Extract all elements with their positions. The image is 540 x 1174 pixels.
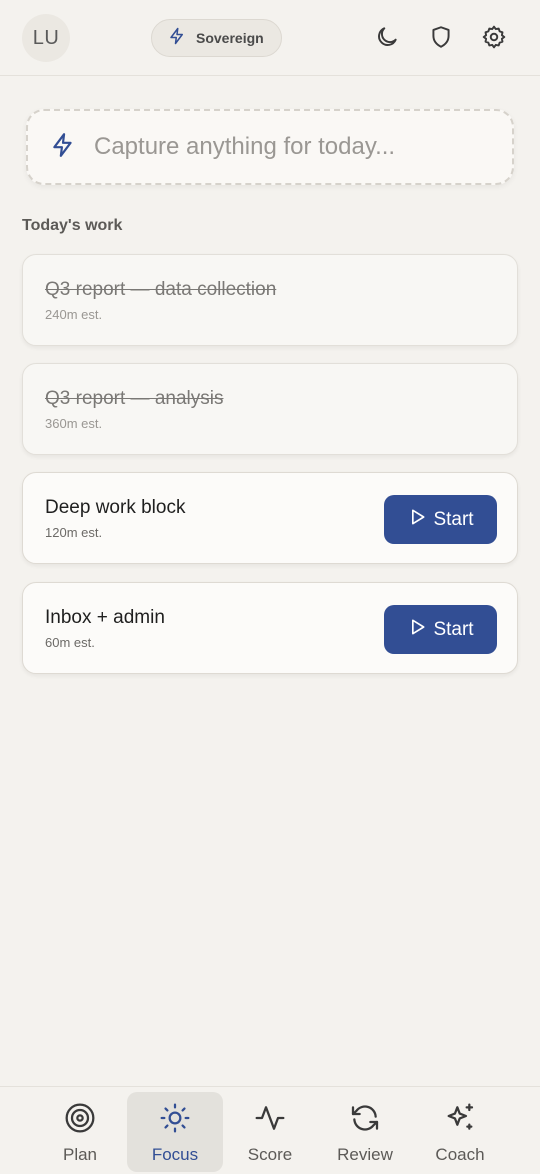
mode-label: Sovereign: [196, 30, 264, 46]
task-card[interactable]: Q3 report — data collection 240m est.: [22, 254, 518, 346]
nav-item-focus[interactable]: Focus: [127, 1092, 223, 1172]
task-estimate: 240m est.: [45, 307, 103, 322]
nav-label: Review: [337, 1145, 393, 1164]
refresh-icon: [349, 1102, 381, 1139]
task-card[interactable]: Q3 report — analysis 360m est.: [22, 363, 518, 455]
task-card[interactable]: Inbox + admin 60m est. Start: [22, 582, 518, 674]
avatar-initials: LU: [32, 26, 60, 49]
task-title: Deep work block: [45, 497, 186, 518]
sparkles-icon: [444, 1102, 476, 1139]
top-bar: LU Sovereign: [0, 0, 540, 76]
nav-label: Score: [247, 1145, 293, 1164]
nav-item-review[interactable]: Review: [317, 1092, 413, 1172]
sun-icon: [159, 1102, 191, 1139]
start-button[interactable]: Start: [384, 605, 497, 654]
nav-label: Focus: [151, 1145, 199, 1164]
avatar[interactable]: LU: [22, 14, 70, 62]
moon-icon[interactable]: [372, 22, 402, 52]
play-icon: [407, 616, 427, 644]
mode-toggle-button[interactable]: Sovereign: [151, 19, 282, 57]
task-estimate: 360m est.: [45, 416, 103, 431]
task-card[interactable]: Deep work block 120m est. Start: [22, 472, 518, 564]
lightning-icon: [50, 131, 76, 164]
task-estimate: 120m est.: [45, 525, 103, 540]
nav-label: Coach: [435, 1145, 485, 1164]
target-icon: [64, 1102, 96, 1139]
bottom-nav: Plan Focus Score Review Coach: [0, 1086, 540, 1174]
section-title: Today's work: [22, 217, 123, 234]
task-title: Q3 report — analysis: [45, 388, 224, 409]
nav-label: Plan: [62, 1145, 98, 1164]
start-button[interactable]: Start: [384, 495, 497, 544]
gear-icon[interactable]: [479, 22, 509, 52]
app-root: LU Sovereign Today's work Q3: [0, 0, 540, 1174]
task-title: Inbox + admin: [45, 607, 165, 628]
capture-input[interactable]: [94, 133, 494, 161]
nav-item-plan[interactable]: Plan: [32, 1092, 128, 1172]
start-label: Start: [433, 508, 474, 530]
lightning-icon: [168, 26, 186, 51]
task-title: Q3 report — data collection: [45, 279, 277, 300]
nav-item-coach[interactable]: Coach: [412, 1092, 508, 1172]
shield-icon[interactable]: [426, 22, 456, 52]
task-estimate: 60m est.: [45, 635, 95, 650]
activity-icon: [254, 1102, 286, 1139]
nav-item-score[interactable]: Score: [222, 1092, 318, 1172]
start-label: Start: [433, 618, 474, 640]
capture-box[interactable]: [26, 109, 514, 185]
play-icon: [407, 506, 427, 534]
